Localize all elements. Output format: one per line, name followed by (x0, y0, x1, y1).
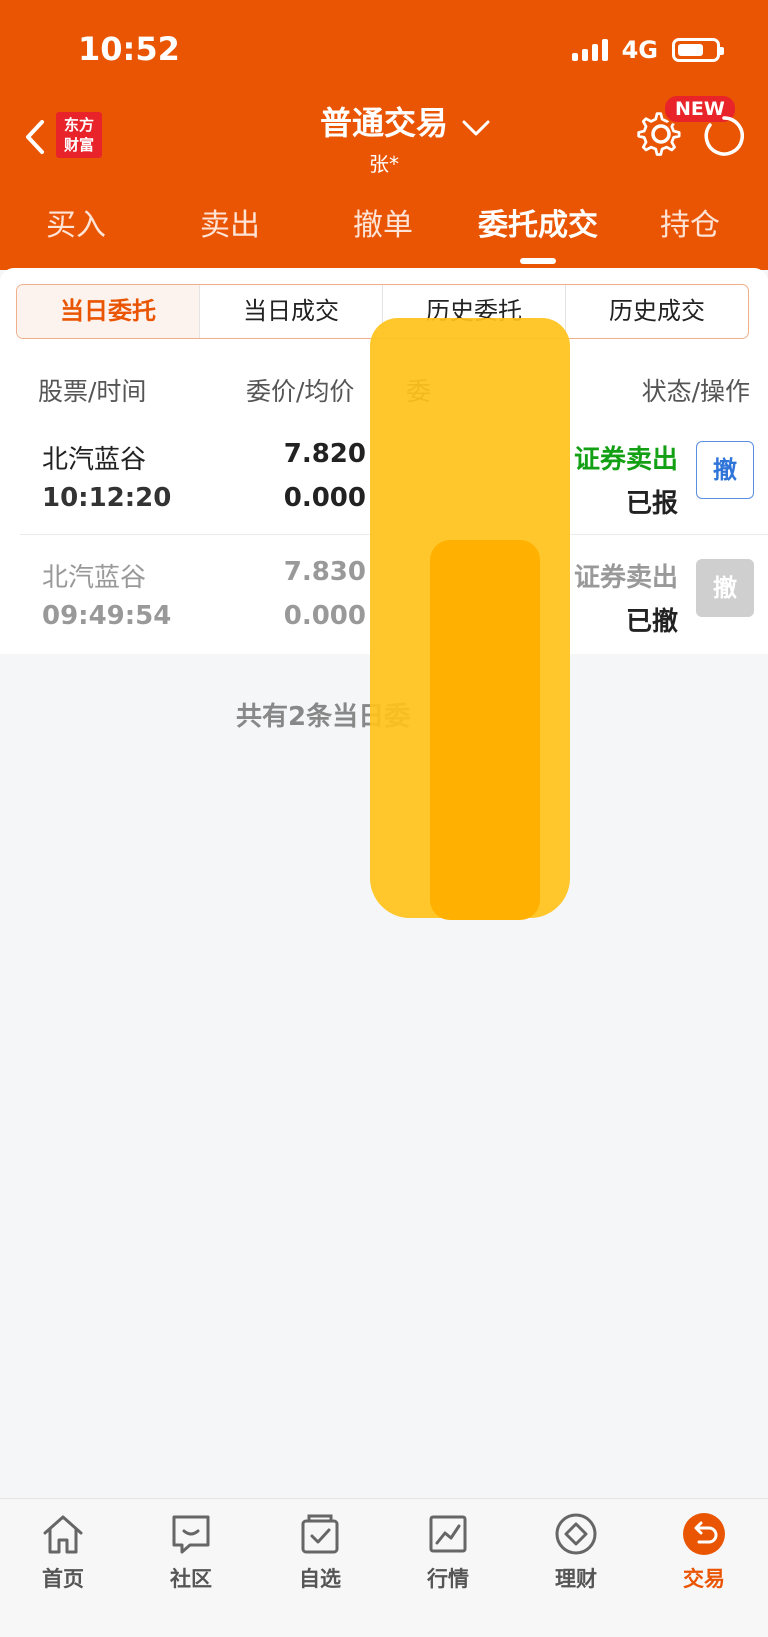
order-status: 已报 (625, 489, 678, 519)
tab-sell[interactable]: 卖出 (160, 200, 300, 244)
status-time: 10:52 (78, 30, 180, 68)
redaction-overlay (430, 540, 540, 920)
segment-today-deals[interactable]: 当日成交 (199, 285, 382, 338)
trade-icon (683, 1513, 725, 1555)
signal-icon (571, 39, 608, 61)
page-title[interactable]: 普通交易 (320, 98, 448, 144)
cancel-order-button-disabled: 撤 (696, 559, 754, 617)
trade-tabs: 买入 卖出 撤单 委托成交 持仓 (0, 200, 768, 264)
avg-price: 0.000 (283, 483, 366, 513)
battery-icon (672, 38, 724, 62)
segment-today-orders[interactable]: 当日委托 (17, 285, 199, 338)
home-icon (43, 1515, 83, 1554)
tabbar-trade[interactable]: 交易 (654, 1509, 754, 1593)
order-time: 10:12:20 (42, 483, 172, 513)
status-indicators: 4G (571, 36, 724, 64)
order-type: 证券卖出 (573, 563, 678, 593)
bottom-tab-bar: 首页 社区 自选 行情 理财 交易 (0, 1498, 768, 1637)
tabbar-wealth[interactable]: 理财 (526, 1509, 626, 1593)
column-header-status-action: 状态/操作 (641, 377, 750, 406)
tabbar-community[interactable]: 社区 (141, 1509, 241, 1593)
diamond-icon (555, 1513, 597, 1555)
active-tab-indicator (520, 258, 556, 264)
tabbar-home[interactable]: 首页 (13, 1509, 113, 1593)
column-header-stock-time: 股票/时间 (38, 377, 147, 406)
tabbar-watchlist[interactable]: 自选 (270, 1509, 370, 1593)
tab-buy[interactable]: 买入 (6, 200, 146, 244)
order-time: 09:49:54 (42, 601, 172, 631)
order-price: 7.820 (283, 439, 366, 469)
watchlist-icon (301, 1514, 339, 1554)
stock-name: 北汽蓝谷 (42, 445, 147, 475)
tabbar-market[interactable]: 行情 (398, 1509, 498, 1593)
order-status: 已撤 (625, 607, 678, 637)
app-header: 10:52 4G 东方 财富 普通交易 张* NEW 买入 卖出 撤单 委托成交… (0, 0, 768, 270)
chart-icon (429, 1515, 467, 1553)
column-header-price-avg: 委价/均价 (246, 377, 355, 406)
network-label: 4G (621, 36, 658, 64)
tab-holdings[interactable]: 持仓 (620, 200, 760, 244)
tab-cancel-order[interactable]: 撤单 (313, 200, 453, 244)
chevron-down-icon[interactable] (460, 118, 492, 138)
order-type: 证券卖出 (573, 445, 678, 475)
order-price: 7.830 (283, 557, 366, 587)
avg-price: 0.000 (283, 601, 366, 631)
tab-orders-deals[interactable]: 委托成交 (468, 200, 608, 244)
stock-name: 北汽蓝谷 (42, 563, 147, 593)
chat-icon (172, 1515, 210, 1554)
refresh-icon[interactable] (702, 114, 746, 158)
segment-history-deals[interactable]: 历史成交 (565, 285, 748, 338)
cancel-order-button[interactable]: 撤 (696, 441, 754, 499)
